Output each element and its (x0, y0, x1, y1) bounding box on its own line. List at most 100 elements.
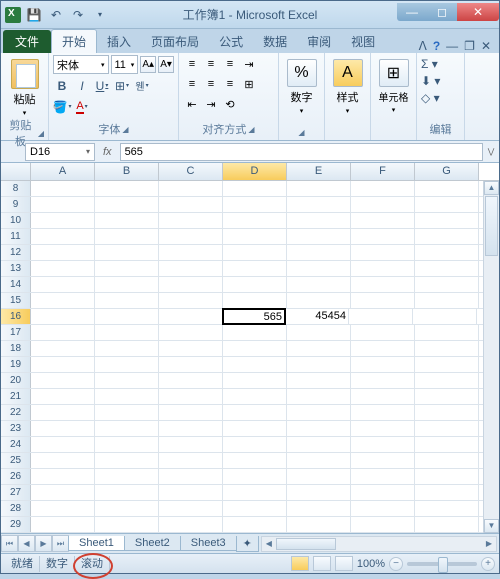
tab-file[interactable]: 文件 (3, 30, 51, 53)
row-header[interactable]: 28 (1, 501, 31, 516)
cell[interactable] (413, 309, 477, 324)
cell[interactable] (287, 437, 351, 452)
expand-formula-icon[interactable]: ⋁ (483, 147, 499, 156)
align-bottom-button[interactable]: ≡ (221, 55, 239, 73)
cell[interactable] (287, 501, 351, 516)
cell[interactable] (287, 277, 351, 292)
cell[interactable] (31, 373, 95, 388)
cell[interactable] (287, 181, 351, 196)
cell[interactable] (415, 469, 479, 484)
cell[interactable] (31, 453, 95, 468)
cell[interactable] (415, 277, 479, 292)
cell[interactable] (351, 245, 415, 260)
cell[interactable] (95, 277, 159, 292)
zoom-level[interactable]: 100% (357, 558, 385, 570)
cell[interactable] (223, 373, 287, 388)
cell[interactable] (351, 277, 415, 292)
cell[interactable] (287, 229, 351, 244)
sheet-tab-1[interactable]: Sheet1 (68, 536, 125, 551)
cell[interactable] (95, 197, 159, 212)
paste-button[interactable]: 粘贴 ▾ (5, 55, 44, 117)
tab-layout[interactable]: 页面布局 (141, 30, 209, 53)
cell[interactable] (31, 213, 95, 228)
cell[interactable] (223, 293, 287, 308)
doc-close-icon[interactable]: ✕ (481, 39, 491, 53)
cell[interactable] (351, 325, 415, 340)
cell[interactable] (223, 389, 287, 404)
cell[interactable] (415, 325, 479, 340)
autosum-button[interactable]: Σ ▾ (421, 57, 460, 71)
cell[interactable] (223, 213, 287, 228)
grow-font-button[interactable]: A▴ (140, 56, 156, 73)
cell[interactable] (31, 501, 95, 516)
cell[interactable] (95, 405, 159, 420)
cell[interactable] (351, 357, 415, 372)
cell[interactable] (415, 421, 479, 436)
merge-button[interactable]: ⊞ (240, 75, 258, 93)
cell[interactable] (95, 373, 159, 388)
cell[interactable] (31, 181, 95, 196)
tab-insert[interactable]: 插入 (97, 30, 141, 53)
minimize-button[interactable]: — (397, 3, 427, 21)
zoom-in-button[interactable]: + (481, 557, 495, 571)
tab-home[interactable]: 开始 (51, 29, 97, 53)
cell[interactable] (415, 357, 479, 372)
cell[interactable] (287, 389, 351, 404)
undo-icon[interactable]: ↶ (47, 6, 65, 24)
cell[interactable] (223, 501, 287, 516)
zoom-out-button[interactable]: − (389, 557, 403, 571)
cell[interactable] (95, 293, 159, 308)
cell[interactable] (287, 485, 351, 500)
cell[interactable] (95, 501, 159, 516)
border-button[interactable]: ⊞ (113, 76, 131, 95)
cell[interactable] (31, 469, 95, 484)
cell[interactable] (31, 485, 95, 500)
row-header[interactable]: 9 (1, 197, 31, 212)
new-sheet-button[interactable]: ✦ (236, 536, 259, 552)
cell[interactable] (95, 421, 159, 436)
cell[interactable] (159, 277, 223, 292)
cell[interactable] (223, 357, 287, 372)
cell[interactable] (287, 421, 351, 436)
cell[interactable] (95, 437, 159, 452)
cell[interactable] (31, 309, 95, 324)
cell[interactable] (351, 293, 415, 308)
cell[interactable] (223, 277, 287, 292)
column-header[interactable]: E (287, 163, 351, 180)
grid-body[interactable]: 8910111213141516565454541718192021222324… (1, 181, 499, 533)
row-header[interactable]: 29 (1, 517, 31, 532)
cell[interactable] (351, 181, 415, 196)
cell[interactable] (31, 341, 95, 356)
orientation-button[interactable]: ⟲ (221, 95, 239, 113)
select-all-corner[interactable] (1, 163, 31, 180)
cell[interactable] (351, 501, 415, 516)
cell[interactable] (159, 389, 223, 404)
row-header[interactable]: 23 (1, 421, 31, 436)
minimize-ribbon-icon[interactable]: ᐱ (419, 39, 427, 53)
cell[interactable] (351, 373, 415, 388)
cell[interactable] (223, 517, 287, 532)
cell[interactable] (31, 245, 95, 260)
cell[interactable] (351, 261, 415, 276)
sheet-nav-last[interactable]: ⏭ (52, 535, 69, 552)
sheet-nav-next[interactable]: ▶ (35, 535, 52, 552)
cell[interactable] (95, 181, 159, 196)
column-header[interactable]: B (95, 163, 159, 180)
align-launcher-icon[interactable]: ◢ (248, 125, 254, 134)
cell[interactable] (415, 213, 479, 228)
cell[interactable] (159, 213, 223, 228)
cell[interactable] (31, 357, 95, 372)
cell[interactable] (287, 341, 351, 356)
row-header[interactable]: 10 (1, 213, 31, 228)
column-header[interactable]: C (159, 163, 223, 180)
cell[interactable] (223, 453, 287, 468)
row-header[interactable]: 11 (1, 229, 31, 244)
tab-review[interactable]: 审阅 (297, 30, 341, 53)
clear-button[interactable]: ◇ ▾ (421, 91, 460, 105)
cell[interactable] (287, 293, 351, 308)
name-box[interactable]: D16▾ (25, 143, 95, 161)
row-header[interactable]: 15 (1, 293, 31, 308)
cell[interactable] (159, 261, 223, 276)
row-header[interactable]: 19 (1, 357, 31, 372)
maximize-button[interactable]: ◻ (427, 3, 457, 21)
